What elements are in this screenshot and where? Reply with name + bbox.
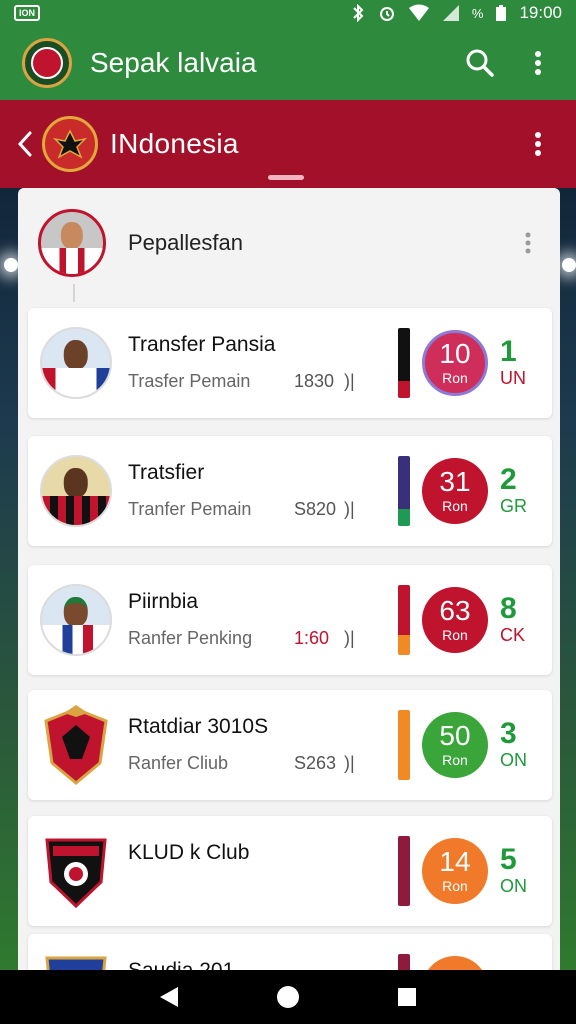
item-chevron: )| <box>344 753 355 773</box>
item-title: Rtatdiar 3010S <box>128 715 269 738</box>
nav-back-button[interactable] <box>149 977 189 1017</box>
player-name: Pepallesfan <box>128 230 243 255</box>
clock: 19:00 <box>519 3 562 22</box>
club-crest-icon <box>44 705 108 785</box>
indicator-bar <box>398 954 410 970</box>
item-chevron: )| <box>344 628 355 648</box>
avatar <box>40 584 112 656</box>
team-menu-button[interactable] <box>516 122 560 166</box>
list-item[interactable]: KLUD k Club 14 Ron 5 ON <box>28 816 552 926</box>
transfer-sheet: Pepallesfan Transfer Pansia Trasfer Pema… <box>18 188 560 970</box>
item-subtitle: Ranfer Penking <box>128 628 253 648</box>
side-stat: 8 CK <box>500 592 526 646</box>
bluetooth-icon <box>353 4 364 22</box>
item-subtitle: Trasfer Pemain <box>128 371 251 391</box>
score-badge <box>422 956 488 970</box>
back-triangle-icon <box>160 987 179 1007</box>
more-vert-icon <box>525 232 531 254</box>
search-button[interactable] <box>458 41 502 85</box>
battery-icon <box>496 5 507 21</box>
item-chevron: )| <box>344 371 355 391</box>
list-item[interactable]: Transfer Pansia Trasfer Pemain 1830 )| 1… <box>28 308 552 418</box>
item-title: Piirnbia <box>128 590 199 613</box>
nav-recents-button[interactable] <box>387 977 427 1017</box>
side-stat: 1 UN <box>500 335 526 389</box>
score-badge: 63 Ron <box>422 587 488 653</box>
recents-square-icon <box>397 988 416 1006</box>
garuda-icon <box>53 129 87 159</box>
team-title: INdonesia <box>110 128 239 159</box>
score-badge: 31 Ron <box>422 458 488 524</box>
item-value: S263 <box>294 753 337 773</box>
side-stat: 3 ON <box>500 717 527 771</box>
app-bar: Sepak lalvaia <box>0 26 576 100</box>
team-crest <box>42 116 98 172</box>
item-title: KLUD k Club <box>128 841 250 864</box>
avatar[interactable] <box>38 209 106 277</box>
app-title: Sepak lalvaia <box>90 47 257 78</box>
nav-home-button[interactable] <box>268 977 308 1017</box>
drag-handle[interactable] <box>268 175 304 180</box>
search-icon <box>466 49 494 77</box>
wifi-icon <box>408 4 429 21</box>
team-header: INdonesia <box>0 100 576 188</box>
club-crest-icon <box>45 956 107 970</box>
status-left: ION <box>14 5 350 21</box>
back-button[interactable] <box>14 124 36 164</box>
side-stat: 5 ON <box>500 843 527 897</box>
status-bar: ION % 19:00 <box>0 0 576 26</box>
score-badge: 50 Ron <box>422 712 488 778</box>
list-item[interactable]: Saudia 201 3 <box>28 934 552 970</box>
indicator-bar <box>398 585 410 655</box>
score-badge: 10 Ron <box>422 330 488 396</box>
header-menu-button[interactable] <box>516 223 540 263</box>
item-value: 1:60 <box>294 628 330 648</box>
item-title: Saudia 201 <box>128 959 234 970</box>
home-circle-icon <box>276 986 299 1008</box>
system-nav-bar <box>0 970 576 1024</box>
item-value: 1830 <box>294 371 335 391</box>
club-crest <box>40 703 112 787</box>
item-subtitle: Ranfer Cliub <box>128 753 229 773</box>
battery-percent: % <box>471 5 484 21</box>
more-vert-icon <box>535 132 541 156</box>
list-item[interactable]: Piirnbia Ranfer Penking 1:60 )| 63 Ron 8… <box>28 565 552 675</box>
avatar <box>40 455 112 527</box>
indicator-bar <box>398 328 410 398</box>
more-vert-icon <box>535 51 541 75</box>
club-crest <box>40 947 112 970</box>
indicator-bar <box>398 836 410 906</box>
avatar <box>40 327 112 399</box>
indicator-bar <box>398 710 410 780</box>
indicator-bar <box>398 456 410 526</box>
list-item[interactable]: Tratsfier Tranfer Pemain S820 )| 31 Ron … <box>28 436 552 546</box>
side-stat: 2 GR <box>500 463 527 517</box>
item-title: Transfer Pansia <box>128 333 276 356</box>
item-subtitle: Tranfer Pemain <box>128 499 252 519</box>
status-right: % 19:00 <box>350 3 562 23</box>
club-crest <box>40 829 112 913</box>
alarm-icon <box>379 7 394 21</box>
sheet-header: Pepallesfan <box>18 188 560 302</box>
overflow-menu-button[interactable] <box>516 41 560 85</box>
app-logo <box>22 38 72 88</box>
item-chevron: )| <box>344 499 355 519</box>
notification-icon: ION <box>14 5 40 21</box>
shield-icon <box>45 838 107 909</box>
item-title: Tratsfier <box>128 461 205 484</box>
signal-icon <box>442 5 459 21</box>
chevron-left-icon <box>17 131 32 157</box>
item-value: S820 <box>294 499 337 519</box>
list-item[interactable]: Rtatdiar 3010S Ranfer Cliub S263 )| 50 R… <box>28 690 552 800</box>
score-badge: 14 Ron <box>422 838 488 904</box>
